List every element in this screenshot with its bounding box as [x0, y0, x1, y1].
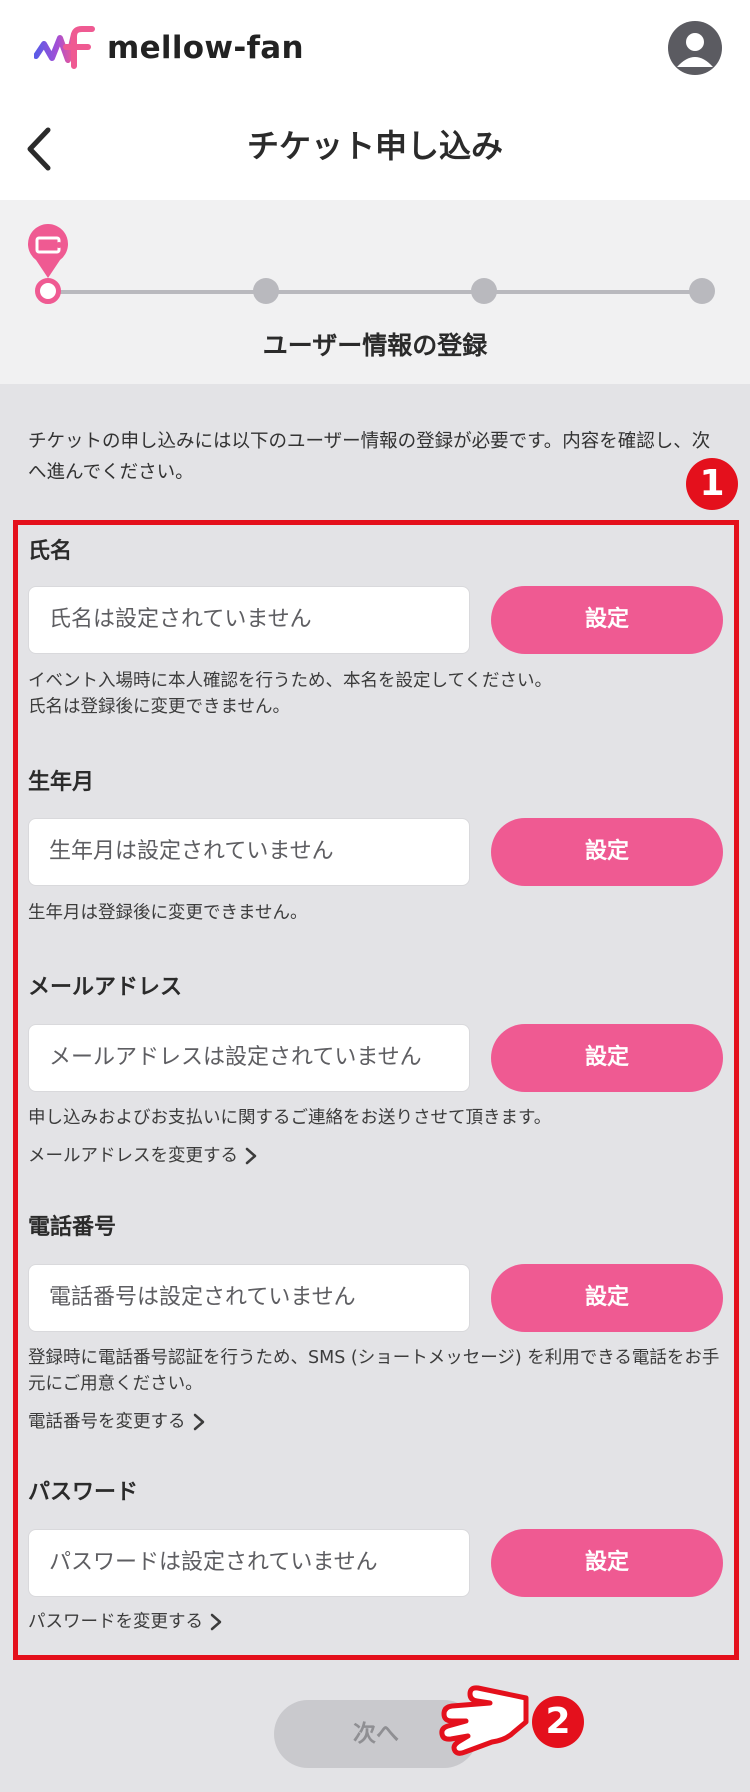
birth-month-set-button[interactable]: 設定 [491, 818, 723, 886]
name-label: 氏名 [28, 539, 73, 564]
mellow-fan-logo-icon [34, 26, 95, 69]
chevron-right-icon [193, 1413, 204, 1431]
pointing-hand-icon [439, 1685, 529, 1756]
app-header: mellow-fan [0, 0, 750, 96]
page-title: チケット申し込み [246, 127, 503, 165]
email-set-button[interactable]: 設定 [491, 1024, 723, 1092]
password-set-button[interactable]: 設定 [491, 1529, 723, 1597]
phone-note: 登録時に電話番号認証を行うため、SMS (ショートメッセージ) を利用できる電話… [28, 1348, 720, 1394]
user-avatar-button[interactable] [668, 21, 722, 75]
change-password-link[interactable]: パスワードを変更する [28, 1609, 223, 1635]
ticket-pin-icon [28, 224, 68, 278]
birth-month-label: 生年月 [28, 770, 95, 795]
chevron-right-icon [210, 1613, 222, 1631]
email-label: メールアドレス [28, 975, 183, 1000]
email-note: 申し込みおよびお支払いに関するご連絡をお送りさせて頂きます。 [28, 1108, 552, 1128]
user-icon [677, 33, 713, 67]
phone-label: 電話番号 [28, 1215, 117, 1240]
annotation-marker-1: 1 [686, 458, 738, 510]
phone-set-button[interactable]: 設定 [491, 1264, 723, 1332]
stepper-track [48, 290, 702, 294]
birth-month-field[interactable]: 生年月は設定されていません [28, 818, 470, 886]
birth-month-note: 生年月は登録後に変更できません。 [28, 903, 308, 923]
title-bar: チケット申し込み [0, 96, 750, 200]
chevron-right-icon [245, 1147, 257, 1165]
password-label: パスワード [28, 1480, 139, 1505]
intro-text: チケットの申し込みには以下のユーザー情報の登録が必要です。内容を確認し、次へ進ん… [28, 431, 711, 483]
phone-field[interactable]: 電話番号は設定されていません [28, 1264, 470, 1332]
change-password-link-label: パスワードを変更する [28, 1612, 203, 1632]
change-email-link-label: メールアドレスを変更する [28, 1146, 238, 1166]
step-3-dot [471, 278, 497, 304]
annotation-marker-2: 2 [532, 1696, 584, 1748]
password-field[interactable]: パスワードは設定されていません [28, 1529, 470, 1597]
progress-stepper: ユーザー情報の登録 [0, 200, 750, 384]
current-step-label: ユーザー情報の登録 [262, 331, 488, 360]
step-4-dot [689, 278, 715, 304]
step-2-dot [253, 278, 279, 304]
name-note: イベント入場時に本人確認を行うため、本名を設定してください。 氏名は登録後に変更… [28, 671, 552, 717]
name-set-button[interactable]: 設定 [491, 586, 723, 654]
brand-name: mellow-fan [107, 30, 304, 66]
name-field[interactable]: 氏名は設定されていません [28, 586, 470, 654]
change-email-link[interactable]: メールアドレスを変更する [28, 1143, 258, 1169]
change-phone-link[interactable]: 電話番号を変更する [28, 1409, 206, 1435]
step-1-dot-active [35, 278, 61, 304]
email-field[interactable]: メールアドレスは設定されていません [28, 1024, 470, 1092]
change-phone-link-label: 電話番号を変更する [28, 1412, 186, 1432]
